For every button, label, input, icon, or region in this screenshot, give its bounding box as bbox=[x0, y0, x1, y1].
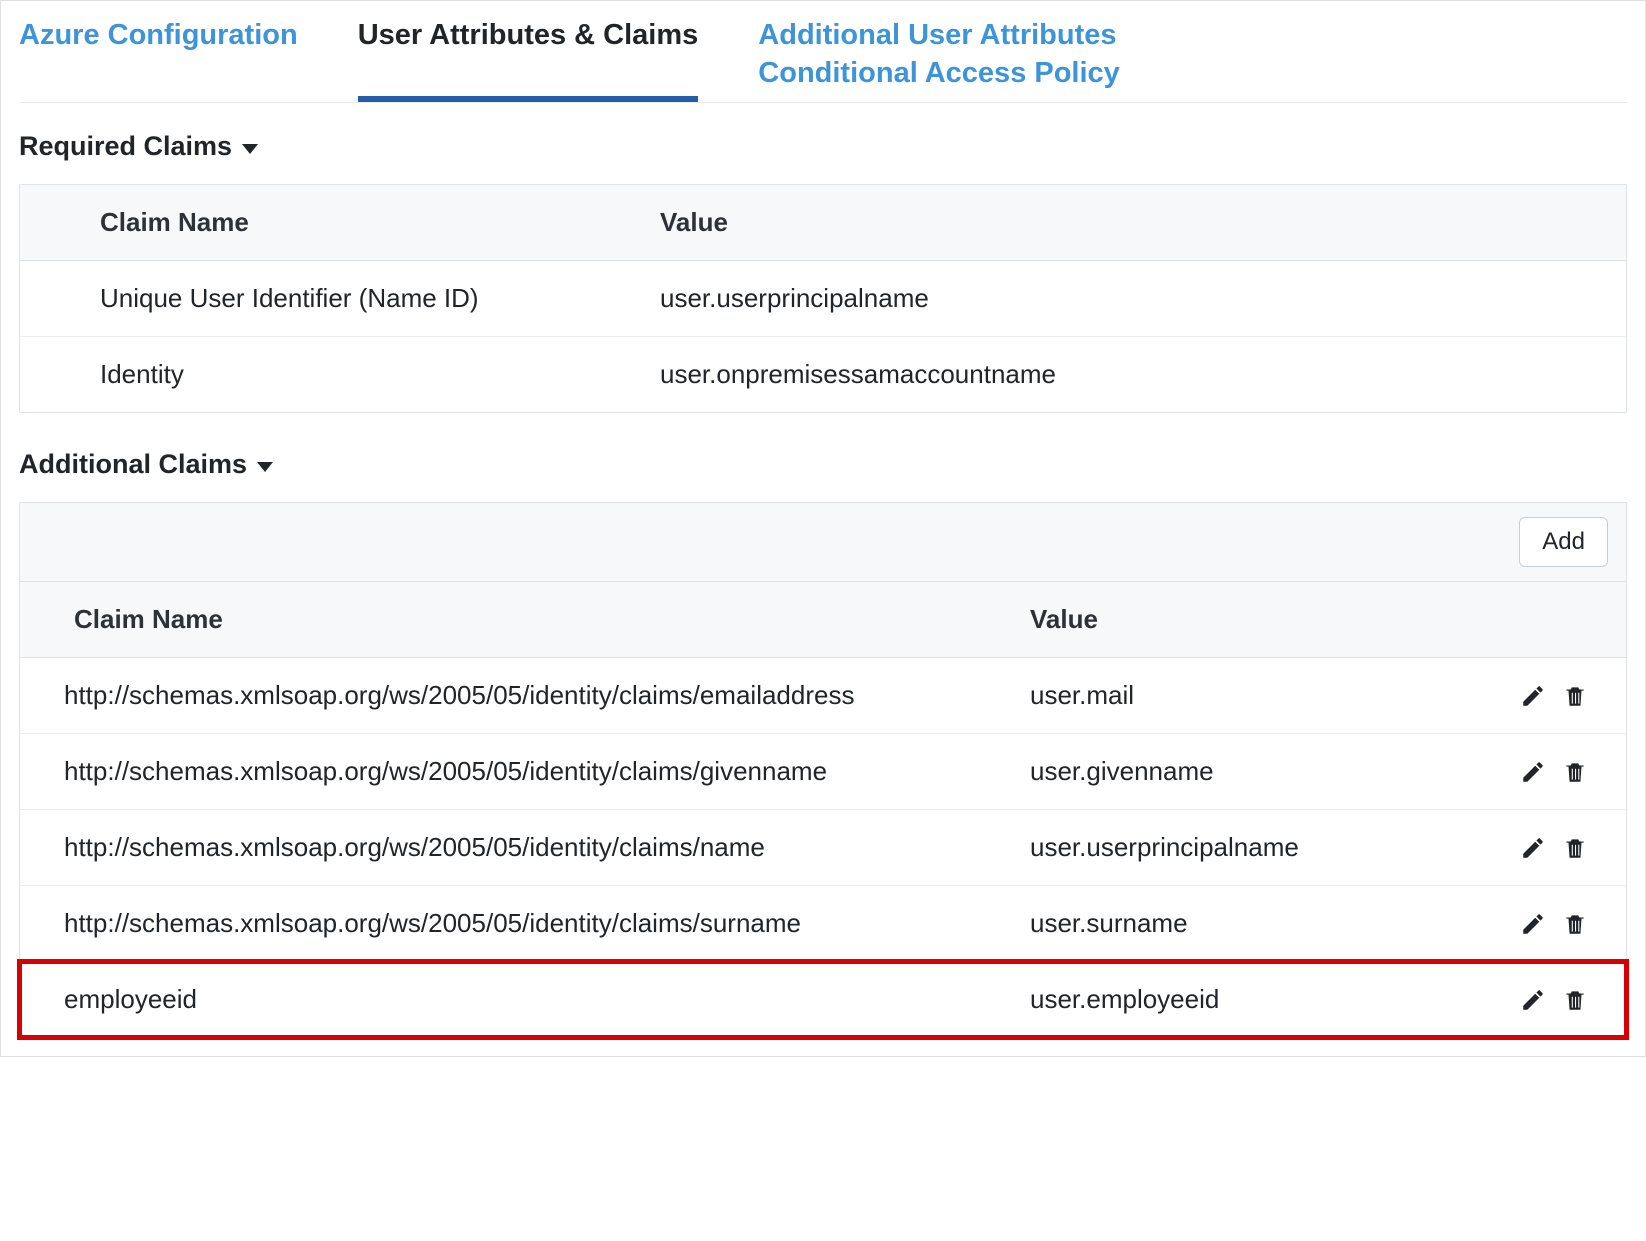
claim-name-cell: http://schemas.xmlsoap.org/ws/2005/05/id… bbox=[40, 908, 1030, 939]
column-value: Value bbox=[660, 207, 1606, 238]
table-row: http://schemas.xmlsoap.org/ws/2005/05/id… bbox=[20, 658, 1626, 734]
tab-bar: Azure Configuration User Attributes & Cl… bbox=[19, 1, 1627, 103]
claim-value-cell: user.employeeid bbox=[1030, 984, 1496, 1015]
claim-value-cell: user.surname bbox=[1030, 908, 1496, 939]
tab-additional-line1: Additional User Attributes bbox=[758, 17, 1120, 55]
claim-value-cell: user.userprincipalname bbox=[1030, 832, 1496, 863]
claim-value-cell: user.userprincipalname bbox=[660, 283, 1606, 314]
required-claims-toggle[interactable]: Required Claims bbox=[19, 131, 1627, 162]
column-value: Value bbox=[1030, 604, 1496, 635]
claim-name-cell: http://schemas.xmlsoap.org/ws/2005/05/id… bbox=[40, 756, 1030, 787]
required-claims-label: Required Claims bbox=[19, 131, 232, 162]
claim-name-cell: employeeid bbox=[40, 984, 1030, 1015]
additional-claims-label: Additional Claims bbox=[19, 449, 247, 480]
edit-icon[interactable] bbox=[1520, 683, 1546, 709]
additional-claims-toggle[interactable]: Additional Claims bbox=[19, 449, 1627, 480]
table-row: http://schemas.xmlsoap.org/ws/2005/05/id… bbox=[20, 734, 1626, 810]
delete-icon[interactable] bbox=[1562, 987, 1588, 1013]
caret-down-icon bbox=[257, 462, 273, 472]
claim-value-cell: user.onpremisessamaccountname bbox=[660, 359, 1606, 390]
claim-name-cell: http://schemas.xmlsoap.org/ws/2005/05/id… bbox=[40, 832, 1030, 863]
table-row: http://schemas.xmlsoap.org/ws/2005/05/id… bbox=[20, 886, 1626, 962]
tab-additional-attributes-conditional[interactable]: Additional User Attributes Conditional A… bbox=[758, 11, 1120, 102]
edit-icon[interactable] bbox=[1520, 835, 1546, 861]
edit-icon[interactable] bbox=[1520, 911, 1546, 937]
claim-name-cell: Unique User Identifier (Name ID) bbox=[40, 283, 660, 314]
caret-down-icon bbox=[242, 144, 258, 154]
additional-claims-table: Add Claim Name Value http://schemas.xmls… bbox=[19, 502, 1627, 1038]
table-row: http://schemas.xmlsoap.org/ws/2005/05/id… bbox=[20, 810, 1626, 886]
table-header: Claim Name Value bbox=[20, 582, 1626, 658]
claim-value-cell: user.mail bbox=[1030, 680, 1496, 711]
table-header: Claim Name Value bbox=[20, 185, 1626, 261]
additional-claims-toolbar: Add bbox=[20, 503, 1626, 582]
tab-user-attributes-claims[interactable]: User Attributes & Claims bbox=[358, 11, 699, 102]
claim-name-cell: http://schemas.xmlsoap.org/ws/2005/05/id… bbox=[40, 680, 1030, 711]
claim-name-cell: Identity bbox=[40, 359, 660, 390]
delete-icon[interactable] bbox=[1562, 835, 1588, 861]
delete-icon[interactable] bbox=[1562, 911, 1588, 937]
delete-icon[interactable] bbox=[1562, 683, 1588, 709]
edit-icon[interactable] bbox=[1520, 987, 1546, 1013]
table-row: employeeiduser.employeeid bbox=[20, 962, 1626, 1037]
column-claim-name: Claim Name bbox=[40, 604, 1030, 635]
delete-icon[interactable] bbox=[1562, 759, 1588, 785]
claim-value-cell: user.givenname bbox=[1030, 756, 1496, 787]
column-claim-name: Claim Name bbox=[40, 207, 660, 238]
tab-azure-configuration[interactable]: Azure Configuration bbox=[19, 11, 298, 102]
required-claims-table: Claim Name Value Unique User Identifier … bbox=[19, 184, 1627, 413]
add-button[interactable]: Add bbox=[1519, 517, 1608, 567]
table-row: Unique User Identifier (Name ID)user.use… bbox=[20, 261, 1626, 337]
tab-additional-line2: Conditional Access Policy bbox=[758, 55, 1120, 93]
edit-icon[interactable] bbox=[1520, 759, 1546, 785]
table-row: Identityuser.onpremisessamaccountname bbox=[20, 337, 1626, 412]
